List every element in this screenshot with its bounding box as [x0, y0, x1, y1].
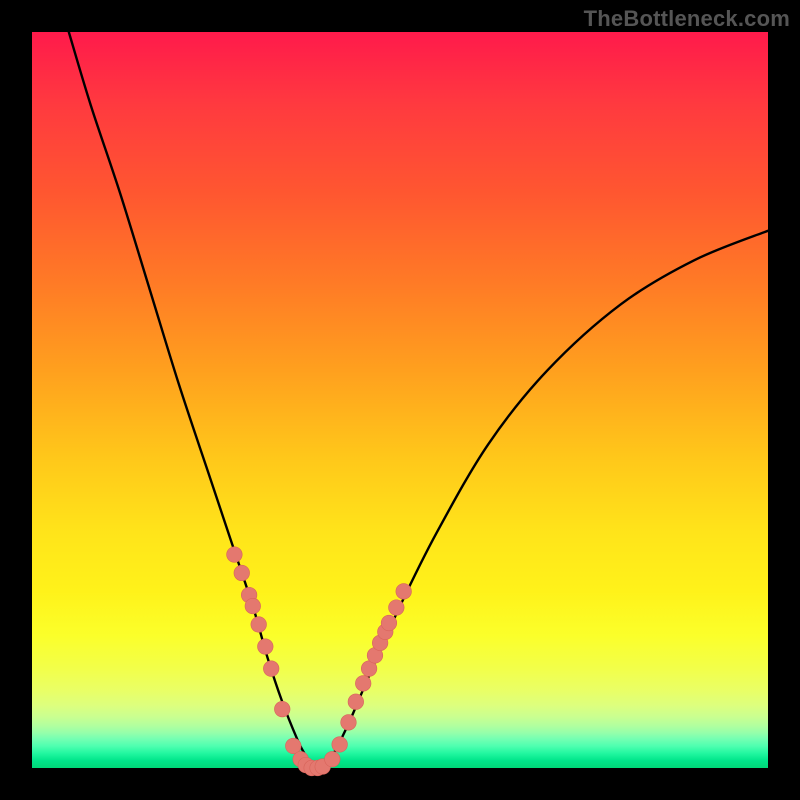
data-marker: [396, 584, 412, 600]
data-marker: [258, 639, 274, 655]
watermark-text: TheBottleneck.com: [584, 6, 790, 32]
plot-area: [32, 32, 768, 768]
data-marker: [245, 598, 261, 614]
data-marker: [234, 565, 250, 581]
data-marker: [389, 600, 405, 616]
data-marker: [274, 701, 290, 717]
data-marker: [263, 661, 279, 677]
data-marker: [381, 615, 397, 631]
chart-frame: TheBottleneck.com: [0, 0, 800, 800]
data-marker: [251, 617, 267, 633]
data-marker: [227, 547, 243, 563]
data-marker: [332, 737, 348, 753]
curve-svg: [32, 32, 768, 768]
data-marker: [341, 715, 357, 731]
data-marker: [324, 751, 340, 767]
data-marker: [348, 694, 364, 710]
marker-group: [227, 547, 412, 776]
data-marker: [355, 676, 371, 692]
bottleneck-curve: [69, 32, 768, 768]
